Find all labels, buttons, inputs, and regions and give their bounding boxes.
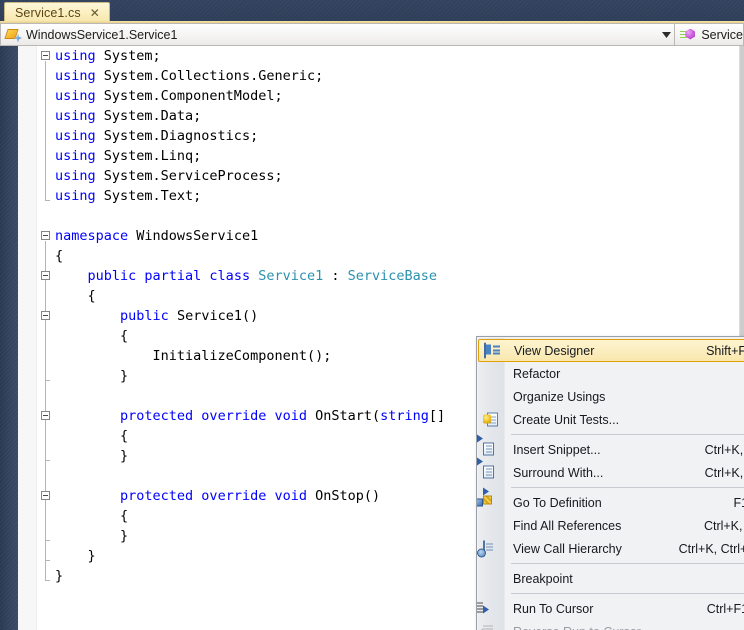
menu-item-label: Create Unit Tests... xyxy=(513,412,620,427)
insert-snippet-icon xyxy=(477,434,500,457)
close-icon[interactable]: ✕ xyxy=(90,7,100,19)
menu-item-shortcut: Ctrl+K, Ctrl+T xyxy=(678,541,744,556)
fold-guide-line xyxy=(45,421,50,461)
menu-item-label: Surround With... xyxy=(513,465,604,480)
code-line: using System.Text; xyxy=(55,188,202,204)
menu-separator xyxy=(511,563,744,564)
chevron-down-icon[interactable] xyxy=(658,31,674,38)
fold-toggle-icon[interactable] xyxy=(41,411,50,420)
code-line: { xyxy=(55,288,96,304)
fold-toggle-icon[interactable] xyxy=(41,491,50,500)
code-line: { xyxy=(55,248,64,264)
editor-tab-strip: Service1.cs ✕ xyxy=(0,0,744,22)
fold-toggle-icon[interactable] xyxy=(41,51,50,60)
member-dropdown[interactable]: Service xyxy=(675,23,744,46)
run-to-cursor-icon xyxy=(477,601,500,616)
menu-item-find-all-references[interactable]: Find All References Ctrl+K, R xyxy=(477,514,744,537)
code-line: using System.Collections.Generic; xyxy=(55,68,324,84)
fold-toggle-icon[interactable] xyxy=(41,231,50,240)
code-line: namespace WindowsService1 xyxy=(55,228,259,244)
menu-item-breakpoint[interactable]: Breakpoint xyxy=(477,567,744,590)
code-line: using System.Data; xyxy=(55,108,202,124)
type-dropdown[interactable]: WindowsService1.Service1 xyxy=(0,23,676,46)
menu-item-shortcut: Shift+F7 xyxy=(706,343,744,358)
window-left-edge xyxy=(0,0,18,630)
view-designer-icon xyxy=(484,342,501,358)
tab-service1-cs[interactable]: Service1.cs ✕ xyxy=(4,2,110,22)
menu-item-run-to-cursor[interactable]: Run To Cursor Ctrl+F10 xyxy=(477,597,744,620)
visual-studio-editor-window: Service1.cs ✕ WindowsService1.Service1 S… xyxy=(0,0,744,630)
menu-item-insert-snippet[interactable]: Insert Snippet... Ctrl+K, X xyxy=(477,434,744,461)
navigation-bar: WindowsService1.Service1 Service xyxy=(0,23,744,46)
call-hierarchy-icon xyxy=(483,540,500,556)
surround-with-icon xyxy=(477,457,500,480)
menu-item-label: View Designer xyxy=(514,343,595,358)
menu-item-organize-usings[interactable]: Organize Usings xyxy=(477,385,744,408)
menu-item-view-designer[interactable]: View Designer Shift+F7 xyxy=(478,339,744,362)
code-line: using System; xyxy=(55,48,161,64)
member-dropdown-value: Service xyxy=(701,27,743,42)
menu-item-label: Reverse Run to Cursor xyxy=(513,625,641,630)
menu-item-create-unit-tests[interactable]: Create Unit Tests... xyxy=(477,408,744,431)
fold-guide-line xyxy=(45,501,50,541)
menu-item-shortcut: Ctrl+K, X xyxy=(704,442,744,457)
fold-toggle-icon[interactable] xyxy=(41,271,50,280)
menu-item-shortcut: Ctrl+F10 xyxy=(706,601,744,616)
menu-item-label: Run To Cursor xyxy=(513,601,594,616)
editor-context-menu[interactable]: View Designer Shift+F7 Refactor Organize Us… xyxy=(476,336,744,630)
menu-item-label: Insert Snippet... xyxy=(513,442,601,457)
menu-item-refactor[interactable]: Refactor xyxy=(477,362,744,385)
menu-item-shortcut: Ctrl+K, R xyxy=(703,518,744,533)
fold-margin[interactable] xyxy=(37,46,55,630)
code-line: using System.ServiceProcess; xyxy=(55,168,283,184)
menu-separator xyxy=(511,434,744,435)
indicator-margin[interactable] xyxy=(18,46,37,630)
menu-item-label: Breakpoint xyxy=(513,571,573,586)
fold-guide-line xyxy=(45,321,50,381)
menu-item-label: Refactor xyxy=(513,366,561,381)
fold-toggle-icon[interactable] xyxy=(41,311,50,320)
scrollbar-thumb[interactable] xyxy=(740,46,744,346)
menu-separator xyxy=(511,593,744,594)
menu-item-surround-with[interactable]: Surround With... Ctrl+K, S xyxy=(477,457,744,484)
code-line: public Service1() xyxy=(120,308,259,324)
code-line: public partial class Service1 : ServiceB… xyxy=(87,268,438,284)
menu-item-label: Go To Definition xyxy=(513,495,602,510)
type-dropdown-value: WindowsService1.Service1 xyxy=(26,27,178,42)
create-unit-tests-icon xyxy=(483,412,500,427)
menu-item-label: Find All References xyxy=(513,518,622,533)
method-icon xyxy=(680,28,696,42)
reverse-run-icon xyxy=(477,624,500,630)
menu-item-shortcut: Ctrl+K, S xyxy=(704,465,744,480)
tab-label: Service1.cs xyxy=(15,5,81,20)
menu-separator xyxy=(511,487,744,488)
code-line: using System.Diagnostics; xyxy=(55,128,259,144)
code-line: using System.Linq; xyxy=(55,148,202,164)
go-to-definition-icon xyxy=(477,487,500,510)
namespace-icon xyxy=(4,28,22,43)
menu-item-label: View Call Hierarchy xyxy=(513,541,622,556)
menu-item-shortcut: F12 xyxy=(733,495,744,510)
menu-item-view-call-hierarchy[interactable]: View Call Hierarchy Ctrl+K, Ctrl+T xyxy=(477,537,744,560)
menu-item-go-to-definition[interactable]: Go To Definition F12 xyxy=(477,487,744,514)
fold-guide-line xyxy=(45,61,50,201)
menu-item-label: Organize Usings xyxy=(513,389,606,404)
code-line: using System.ComponentModel; xyxy=(55,88,283,104)
menu-item-reverse-run-to-cursor: Reverse Run to Cursor xyxy=(477,620,744,630)
